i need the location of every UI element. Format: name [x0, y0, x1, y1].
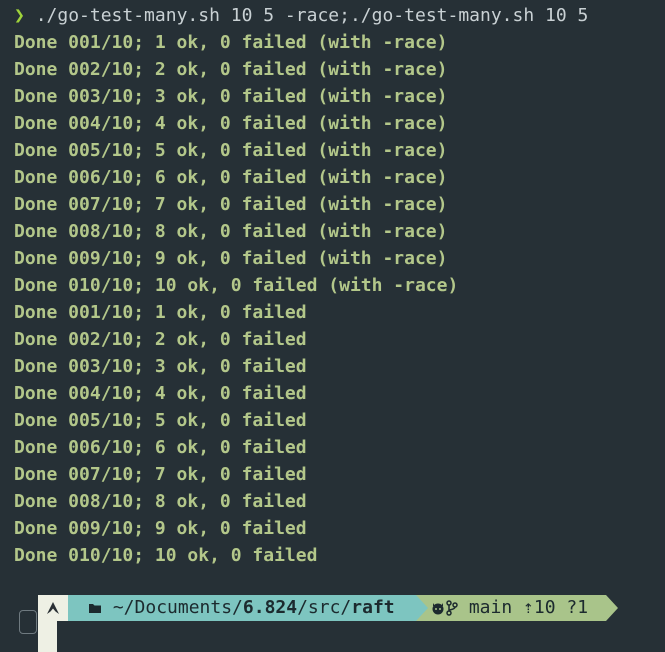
terminal-window[interactable]: ❯ ./go-test-many.sh 10 5 -race;./go-test…	[0, 0, 665, 652]
git-segment: main ⇡10 ?1	[416, 595, 606, 621]
cursor-indicator	[38, 621, 57, 652]
untracked-count: ?1	[566, 597, 589, 618]
output-line: Done 009/10; 9 ok, 0 failed	[14, 518, 307, 539]
output-line: Done 010/10; 10 ok, 0 failed (with -race…	[14, 275, 459, 296]
github-icon	[430, 597, 446, 618]
output-line: Done 010/10; 10 ok, 0 failed	[14, 545, 318, 566]
ahead-count: ⇡10	[523, 597, 556, 618]
directory-segment: ~/Documents/6.824/src/raft	[68, 595, 428, 621]
output-line: Done 004/10; 4 ok, 0 failed (with -race)	[14, 113, 448, 134]
output-line: Done 006/10; 6 ok, 0 failed	[14, 437, 307, 458]
output-line: Done 003/10; 3 ok, 0 failed	[14, 356, 307, 377]
cursor-outline	[19, 610, 37, 634]
output-line: Done 008/10; 8 ok, 0 failed	[14, 491, 307, 512]
dir-prefix: ~/Documents/	[112, 597, 243, 618]
output-line: Done 001/10; 1 ok, 0 failed	[14, 302, 307, 323]
output-line: Done 005/10; 5 ok, 0 failed (with -race)	[14, 140, 448, 161]
command-line: ❯ ./go-test-many.sh 10 5 -race;./go-test…	[14, 2, 588, 29]
prompt-chevron: ❯	[14, 5, 25, 26]
output-line: Done 007/10; 7 ok, 0 failed (with -race)	[14, 194, 448, 215]
output-line: Done 005/10; 5 ok, 0 failed	[14, 410, 307, 431]
dir-current: raft	[351, 597, 395, 618]
output-line: Done 004/10; 4 ok, 0 failed	[14, 383, 307, 404]
git-branch-icon	[446, 597, 458, 618]
dir-suffix: /src/	[297, 597, 352, 618]
git-segment-arrow	[606, 595, 618, 621]
output-line: Done 002/10; 2 ok, 0 failed	[14, 329, 307, 350]
output-line: Done 002/10; 2 ok, 0 failed (with -race)	[14, 59, 448, 80]
branch-name: main	[468, 597, 513, 618]
output-line: Done 009/10; 9 ok, 0 failed (with -race)	[14, 248, 448, 269]
arch-linux-icon	[46, 597, 60, 618]
dir-segment-arrow	[416, 595, 428, 621]
output-line: Done 007/10; 7 ok, 0 failed	[14, 464, 307, 485]
dir-highlight: 6.824	[242, 597, 298, 618]
folder-icon	[88, 597, 102, 618]
command-text: ./go-test-many.sh 10 5 -race;./go-test-m…	[35, 5, 589, 26]
output-line: Done 001/10; 1 ok, 0 failed (with -race)	[14, 32, 448, 53]
output-line: Done 008/10; 8 ok, 0 failed (with -race)	[14, 221, 448, 242]
os-segment	[38, 595, 68, 621]
output-line: Done 003/10; 3 ok, 0 failed (with -race)	[14, 86, 448, 107]
output-line: Done 006/10; 6 ok, 0 failed (with -race)	[14, 167, 448, 188]
